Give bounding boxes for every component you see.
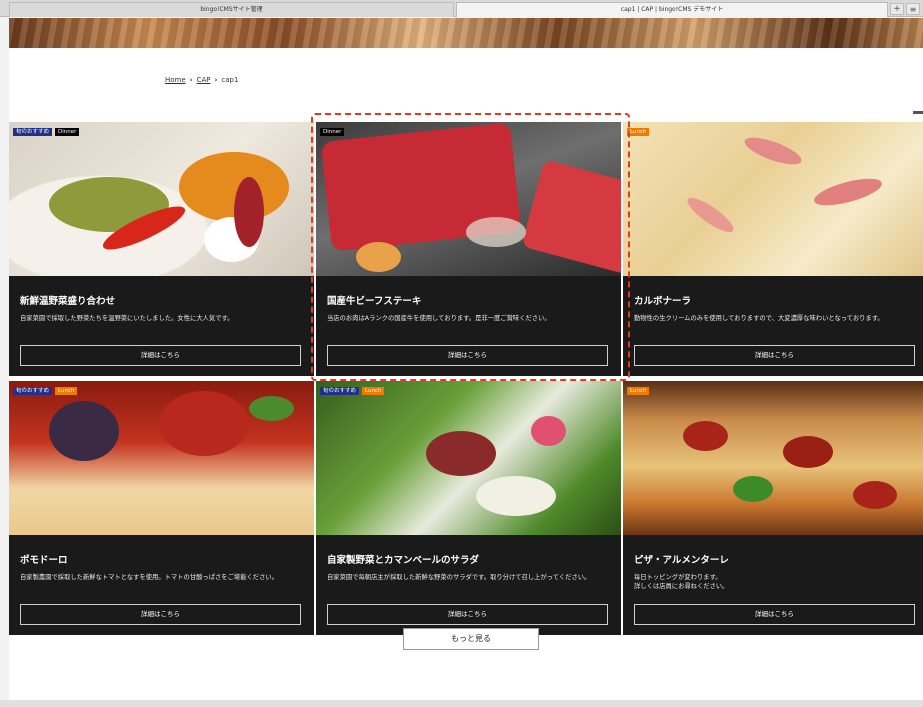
pepper-shape bbox=[733, 476, 773, 502]
card-photo: 旬のおすすめ Lunch bbox=[316, 381, 621, 535]
card-description: 動物性の生クリームのみを使用しておりますので、大変濃厚な味わいとなっております。 bbox=[634, 315, 884, 322]
radish-shape bbox=[531, 416, 566, 446]
window-bottom-bar bbox=[0, 700, 923, 707]
fig-shape bbox=[426, 431, 496, 476]
card-title: 国産牛ビーフステーキ bbox=[327, 296, 422, 307]
load-more-button[interactable]: もっと見る bbox=[403, 628, 539, 650]
card-title: ピザ・アルメンターレ bbox=[634, 555, 729, 566]
side-scroll-marker bbox=[913, 111, 923, 114]
bacon-shape bbox=[741, 132, 805, 170]
breadcrumb: Home › CAP › cap1 bbox=[165, 76, 238, 84]
badge-group: 旬のおすすめ Lunch bbox=[320, 387, 385, 395]
details-button[interactable]: 詳細はこちら bbox=[634, 604, 915, 625]
breadcrumb-current: cap1 bbox=[221, 76, 239, 84]
card-title: 自家製野菜とカマンベールのサラダ bbox=[327, 555, 480, 566]
menu-card-camembert-salad: 旬のおすすめ Lunch 自家製野菜とカマンベールのサラダ 自家菜園で毎朝店主が… bbox=[316, 381, 621, 635]
details-button[interactable]: 詳細はこちら bbox=[20, 345, 301, 366]
card-description: 自家菜園で採取した野菜たちを温野菜にいたしました。女性に大人気です。 bbox=[20, 315, 234, 322]
menu-card-pomodoro: 旬のおすすめ Lunch ポモドーロ 自家製農園で採取した新鮮なトマトとなすを使… bbox=[9, 381, 314, 635]
browser-tab-cms-admin[interactable]: bingo!CMSサイト管理 bbox=[9, 2, 454, 17]
tomato-sauce-shape bbox=[159, 391, 249, 456]
badge-group: Lunch bbox=[627, 128, 650, 136]
card-description: 当店のお肉はAランクの国産牛を使用しております。是非一度ご賞味ください。 bbox=[327, 315, 551, 322]
tab-menu-button[interactable]: ≡ bbox=[906, 3, 920, 15]
salami-shape bbox=[783, 436, 833, 468]
badge-lunch: Lunch bbox=[627, 128, 650, 136]
card-title: カルボナーラ bbox=[634, 296, 692, 307]
badge-group: Lunch bbox=[627, 387, 650, 395]
card-photo: Lunch bbox=[623, 381, 923, 535]
card-title: ポモドーロ bbox=[20, 555, 68, 566]
camembert-shape bbox=[476, 476, 556, 516]
basil-shape bbox=[249, 396, 294, 421]
breadcrumb-cap-link[interactable]: CAP bbox=[197, 76, 211, 84]
web-page: Home › CAP › cap1 旬のおすすめ Dinner 新鮮温野菜盛り合わせ 自… bbox=[9, 18, 923, 700]
card-photo: Lunch bbox=[623, 122, 923, 276]
badge-group: 旬のおすすめ Lunch bbox=[13, 387, 78, 395]
details-button[interactable]: 詳細はこちら bbox=[327, 604, 608, 625]
details-button[interactable]: 詳細はこちら bbox=[327, 345, 608, 366]
header-banner-image bbox=[9, 18, 923, 48]
bacon-shape bbox=[811, 173, 885, 211]
details-button[interactable]: 詳細はこちら bbox=[634, 345, 915, 366]
card-photo: 旬のおすすめ Lunch bbox=[9, 381, 314, 535]
new-tab-button[interactable]: + bbox=[890, 3, 904, 15]
steak-slice-shape bbox=[521, 159, 621, 275]
prosciutto-shape bbox=[234, 177, 264, 247]
badge-lunch: Lunch bbox=[627, 387, 650, 395]
badge-lunch: Lunch bbox=[55, 387, 78, 395]
breadcrumb-separator: › bbox=[214, 76, 218, 84]
badge-seasonal: 旬のおすすめ bbox=[320, 387, 360, 395]
browser-tab-cap1[interactable]: cap1 | CAP | bingo!CMS デモサイト bbox=[456, 2, 888, 17]
card-description: 自家菜園で毎朝店主が採取した新鮮な野菜のサラダです。取り分けて召し上がってくださ… bbox=[327, 574, 591, 581]
menu-card-carbonara: Lunch カルボナーラ 動物性の生クリームのみを使用しておりますので、大変濃厚… bbox=[623, 122, 923, 376]
sizzle-shape bbox=[466, 217, 526, 247]
details-button[interactable]: 詳細はこちら bbox=[20, 604, 301, 625]
menu-card-grilled-vegetables: 旬のおすすめ Dinner 新鮮温野菜盛り合わせ 自家菜園で採取した野菜たちを温… bbox=[9, 122, 314, 376]
card-photo: 旬のおすすめ Dinner bbox=[9, 122, 314, 276]
browser-window: bingo!CMSサイト管理 cap1 | CAP | bingo!CMS デモ… bbox=[0, 0, 923, 707]
menu-card-beef-steak: Dinner 国産牛ビーフステーキ 当店のお肉はAランクの国産牛を使用しておりま… bbox=[316, 122, 621, 376]
garlic-chip-shape bbox=[356, 242, 401, 272]
badge-group: 旬のおすすめ Dinner bbox=[13, 128, 80, 136]
card-photo: Dinner bbox=[316, 122, 621, 276]
badge-dinner: Dinner bbox=[55, 128, 80, 136]
salami-shape bbox=[683, 421, 728, 451]
eggplant-shape bbox=[49, 401, 119, 461]
badge-lunch: Lunch bbox=[362, 387, 385, 395]
browser-tab-bar: bingo!CMSサイト管理 cap1 | CAP | bingo!CMS デモ… bbox=[0, 0, 923, 17]
salami-shape bbox=[853, 481, 897, 509]
card-description: 自家製農園で採取した新鮮なトマトとなすを使用。トマトの甘酸っぱさをご堪能ください… bbox=[20, 574, 278, 581]
badge-dinner: Dinner bbox=[320, 128, 345, 136]
breadcrumb-home-link[interactable]: Home bbox=[165, 76, 186, 84]
badge-seasonal: 旬のおすすめ bbox=[13, 128, 53, 136]
card-title: 新鮮温野菜盛り合わせ bbox=[20, 296, 116, 307]
menu-card-pizza: Lunch ピザ・アルメンターレ 毎日トッピングが変わります。 詳しくは店員にお… bbox=[623, 381, 923, 635]
breadcrumb-separator: › bbox=[189, 76, 193, 84]
badge-seasonal: 旬のおすすめ bbox=[13, 387, 53, 395]
bacon-shape bbox=[683, 192, 738, 238]
card-description: 毎日トッピングが変わります。 詳しくは店員にお尋ねください。 bbox=[634, 574, 729, 590]
badge-group: Dinner bbox=[320, 128, 345, 136]
